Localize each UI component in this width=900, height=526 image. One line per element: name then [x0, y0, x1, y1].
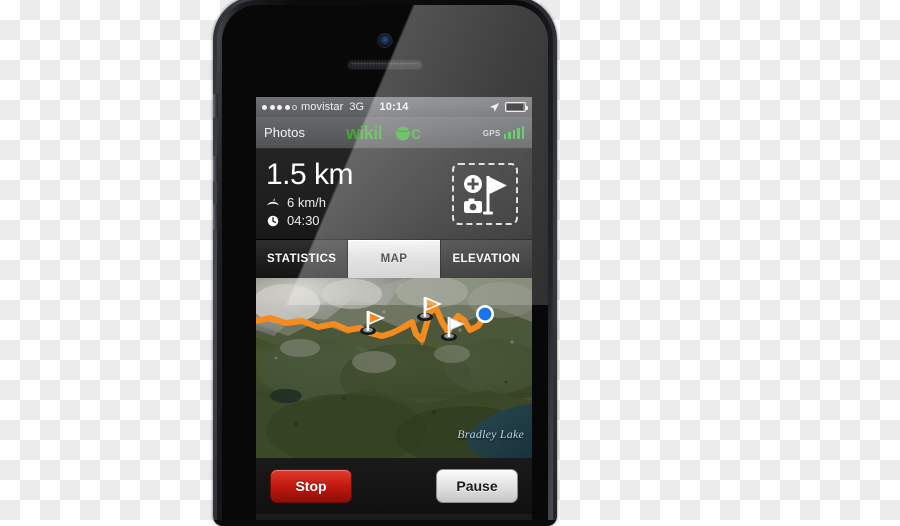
gps-bar-3	[512, 130, 515, 139]
map-view[interactable]: Bradley Lake	[256, 278, 532, 458]
flag-icon	[483, 176, 507, 215]
ios-status-bar: movistar 3G 10:14	[256, 97, 532, 117]
gps-bar-4	[517, 128, 520, 139]
tab-elevation[interactable]: ELEVATION	[440, 240, 532, 278]
svg-text:wikil: wikil	[346, 123, 382, 143]
device-glass-face: movistar 3G 10:14 Photos wikil c GPS 1.5…	[222, 5, 548, 526]
speedometer-icon	[267, 197, 279, 205]
waypoint-flag-1[interactable]	[360, 310, 386, 335]
mute-switch-button[interactable]	[213, 94, 218, 118]
camera-icon	[464, 198, 482, 213]
time-value: 04:30	[287, 213, 320, 228]
tab-statistics[interactable]: STATISTICS	[256, 240, 349, 278]
photos-button[interactable]: Photos	[264, 125, 305, 140]
tab-map[interactable]: MAP	[348, 240, 441, 278]
svg-text:c: c	[411, 123, 421, 143]
current-position-dot	[476, 305, 494, 323]
add-waypoint-button[interactable]	[452, 163, 518, 225]
stats-values: 1.5 km 6 km/h 04:30	[266, 158, 452, 229]
distance-value: 1.5 km	[266, 158, 354, 191]
battery-icon	[505, 102, 528, 112]
wikiloc-logo-icon: wikil c	[345, 123, 422, 143]
gps-label: GPS	[482, 129, 501, 138]
speed-value: 6 km/h	[287, 195, 327, 210]
lake-label: Bradley Lake	[457, 427, 524, 441]
plus-circle-icon	[464, 175, 482, 193]
time-row: 04:30	[266, 213, 452, 228]
speed-row: 6 km/h	[266, 195, 452, 210]
stop-button[interactable]: Stop	[270, 469, 352, 503]
phone-screen: movistar 3G 10:14 Photos wikil c GPS 1.5…	[256, 97, 532, 526]
status-bar-right	[489, 102, 528, 113]
earpiece-speaker-icon	[347, 59, 423, 69]
device-bottom-edge	[213, 520, 557, 526]
location-arrow-icon	[489, 102, 500, 112]
pause-button[interactable]: Pause	[436, 469, 518, 503]
front-camera-icon	[378, 34, 392, 47]
volume-up-button[interactable]	[213, 156, 218, 182]
gps-bar-1	[503, 134, 506, 139]
tracking-action-bar: Stop Pause	[256, 458, 532, 514]
screenshot-canvas: movistar 3G 10:14 Photos wikil c GPS 1.5…	[0, 0, 900, 526]
tracking-stats-panel: 1.5 km 6 km/h 04:30	[256, 149, 532, 239]
clock-icon	[267, 215, 279, 226]
volume-down-button[interactable]	[213, 204, 218, 230]
gps-signal-indicator: GPS	[483, 126, 524, 139]
gps-bar-2	[508, 132, 511, 139]
app-nav-bar: Photos wikil c GPS	[256, 117, 532, 149]
waypoint-icons-group	[464, 175, 507, 215]
iphone-device: movistar 3G 10:14 Photos wikil c GPS 1.5…	[213, 0, 557, 526]
gps-bar-5	[521, 126, 524, 139]
view-tabs: STATISTICS MAP ELEVATION	[256, 239, 532, 278]
